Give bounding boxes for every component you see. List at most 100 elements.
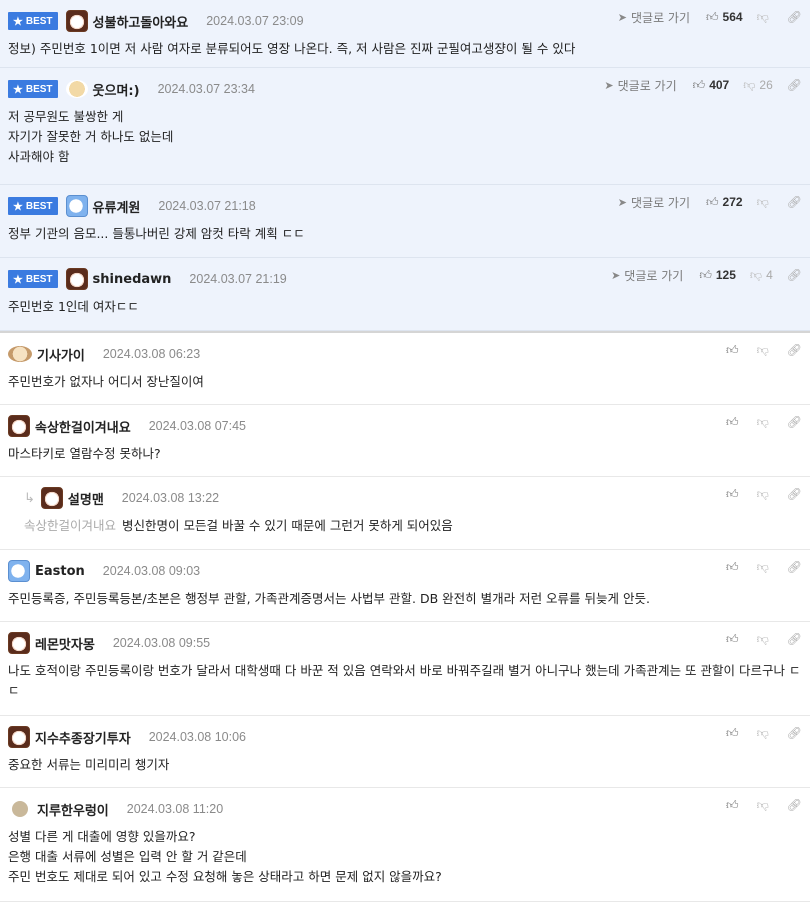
comment: 지루한우렁이 2024.03.08 11:20 👍︎ 👎︎ 🔗︎ 성별 다른 게… [0, 788, 810, 902]
comment-date: 2024.03.08 09:03 [102, 564, 201, 578]
avatar[interactable] [65, 268, 88, 290]
best-badge: ★ BEST [8, 197, 58, 215]
upvote-button[interactable]: 👍︎ 272 [706, 195, 743, 210]
share-link-icon[interactable]: 🔗︎ [787, 195, 802, 209]
avatar[interactable] [65, 195, 88, 217]
go-to-reply-link[interactable]: ➤ 댓글로 가기 [618, 194, 690, 211]
downvote-button[interactable]: 👎︎ [757, 415, 773, 430]
downvote-button[interactable]: 👎︎ [757, 726, 773, 741]
upvote-button[interactable]: 👍︎ [726, 632, 743, 647]
go-to-reply-link[interactable]: ➤ 댓글로 가기 [618, 9, 690, 26]
avatar[interactable] [8, 726, 30, 748]
reply-mention[interactable]: 속상한걸이겨내요 [24, 518, 116, 533]
comment-nick[interactable]: 유류계원 [93, 197, 141, 216]
downvote-button[interactable]: 👎︎ 26 [743, 78, 773, 93]
avatar[interactable] [40, 487, 63, 509]
thumbs-down-icon: 👎︎ [743, 77, 756, 92]
comment-nick[interactable]: 설명맨 [68, 489, 104, 508]
avatar[interactable] [65, 10, 88, 32]
thumbs-up-icon: 👍︎ [699, 267, 712, 282]
upvote-button[interactable]: 👍︎ 564 [706, 10, 743, 25]
reply-indent-icon: ↳ [24, 490, 35, 506]
upvote-button[interactable]: 👍︎ [726, 487, 743, 502]
comment-nick[interactable]: 지수추종장기투자 [35, 728, 131, 747]
comment-body: 주민번호가 없자나 어디서 장난질이여 [8, 374, 204, 389]
star-icon: ★ [13, 83, 23, 96]
downvote-button[interactable]: 👎︎ [757, 195, 773, 210]
comment-body: 성별 다른 게 대출에 영향 있을까요? 은행 대출 서류에 성별은 입력 안 … [8, 829, 442, 884]
comment-best-2: ★ BEST 웃으며:) 2024.03.07 23:34 ➤ 댓글로 가기 👍︎ 4… [0, 68, 810, 185]
comment-nick[interactable]: 지루한우렁이 [37, 800, 109, 819]
share-link-icon[interactable]: 🔗︎ [787, 343, 802, 357]
share-link-icon[interactable]: 🔗︎ [787, 632, 802, 646]
comment-date: 2024.03.07 21:18 [158, 199, 256, 213]
comment-nick[interactable]: 속상한걸이겨내요 [35, 417, 131, 436]
thumbs-up-icon: 👍︎ [726, 631, 739, 646]
comment-body: 나도 호적이랑 주민등록이랑 번호가 달라서 대학생때 다 바꾼 적 있음 연락… [8, 663, 801, 698]
upvote-button[interactable]: 👍︎ [726, 726, 743, 741]
downvote-button[interactable]: 👎︎ [757, 798, 773, 813]
downvote-button[interactable]: 👎︎ 4 [750, 268, 773, 283]
downvote-button[interactable]: 👎︎ [757, 632, 773, 647]
upvote-button[interactable]: 👍︎ [726, 798, 743, 813]
comment-best-4: ★ BEST shinedawn 2024.03.07 21:19 ➤ 댓글로 가기… [0, 258, 810, 331]
upvote-button[interactable]: 👍︎ 407 [693, 78, 730, 93]
avatar[interactable] [8, 415, 30, 437]
comment-body: 정보) 주민번호 1이면 저 사람 여자로 분류되어도 영장 나온다. 즉, 저… [8, 41, 576, 56]
comment: 지수추종장기투자 2024.03.08 10:06 👍︎ 👎︎ 🔗︎ 중요한 서… [0, 716, 810, 788]
avatar[interactable] [8, 560, 30, 582]
share-link-icon[interactable]: 🔗︎ [787, 798, 802, 812]
comment-nick[interactable]: 웃으며:) [93, 80, 140, 99]
send-arrow-icon: ➤ [617, 10, 627, 24]
upvote-button[interactable]: 👍︎ [726, 343, 743, 358]
upvote-button[interactable]: 👍︎ [726, 560, 743, 575]
comment-nick[interactable]: shinedawn [93, 272, 172, 287]
thumbs-down-icon: 👎︎ [756, 486, 769, 501]
share-link-icon[interactable]: 🔗︎ [787, 487, 802, 501]
comment-nick[interactable]: 성불하고돌아와요 [93, 12, 189, 31]
star-icon: ★ [13, 273, 23, 286]
upvote-button[interactable]: 👍︎ 125 [699, 268, 736, 283]
thumbs-down-icon: 👎︎ [756, 194, 769, 209]
share-link-icon[interactable]: 🔗︎ [787, 78, 802, 92]
comment-date: 2024.03.08 13:22 [121, 491, 220, 505]
avatar[interactable] [8, 346, 32, 362]
share-link-icon[interactable]: 🔗︎ [787, 268, 802, 282]
go-to-reply-link[interactable]: ➤ 댓글로 가기 [611, 267, 683, 284]
downvote-button[interactable]: 👎︎ [757, 343, 773, 358]
comment-reply: ↳ 설명맨 2024.03.08 13:22 👍︎ 👎︎ 🔗︎ 속상한걸이겨내요… [0, 477, 810, 550]
upvote-button[interactable]: 👍︎ [726, 415, 743, 430]
thumbs-down-icon: 👎︎ [756, 725, 769, 740]
thumbs-up-icon: 👍︎ [726, 486, 739, 501]
comment-date: 2024.03.08 09:55 [112, 636, 211, 650]
downvote-button[interactable]: 👎︎ [757, 487, 773, 502]
comment-body: 마스타키로 열람수정 못하나? [8, 446, 161, 461]
share-link-icon[interactable]: 🔗︎ [787, 10, 802, 24]
downvote-button[interactable]: 👎︎ [757, 10, 773, 25]
star-icon: ★ [13, 15, 23, 28]
comment-date: 2024.03.08 11:20 [126, 802, 224, 816]
best-badge: ★ BEST [8, 12, 58, 30]
go-to-reply-link[interactable]: ➤ 댓글로 가기 [604, 77, 676, 94]
thumbs-down-icon: 👎︎ [756, 342, 769, 357]
thumbs-up-icon: 👍︎ [692, 77, 706, 92]
thumbs-down-icon: 👎︎ [756, 414, 769, 429]
thumbs-up-icon: 👍︎ [706, 9, 719, 24]
send-arrow-icon: ➤ [611, 268, 621, 282]
avatar[interactable] [65, 80, 88, 98]
comment-nick[interactable]: 기사가이 [37, 345, 85, 364]
comment-best-1: ★ BEST 성불하고돌아와요 2024.03.07 23:09 ➤ 댓글로 가기 … [0, 0, 810, 68]
comment-nick[interactable]: Easton [35, 564, 85, 579]
share-link-icon[interactable]: 🔗︎ [787, 415, 802, 429]
avatar[interactable] [12, 801, 28, 817]
avatar[interactable] [8, 632, 30, 654]
comment-date: 2024.03.08 10:06 [148, 730, 247, 744]
send-arrow-icon: ➤ [617, 195, 627, 209]
share-link-icon[interactable]: 🔗︎ [787, 560, 802, 574]
comment: Easton 2024.03.08 09:03 👍︎ 👎︎ 🔗︎ 주민등록증, … [0, 550, 810, 622]
share-link-icon[interactable]: 🔗︎ [787, 726, 802, 740]
comment: 레몬맛자몽 2024.03.08 09:55 👍︎ 👎︎ 🔗︎ 나도 호적이랑 … [0, 622, 810, 716]
downvote-button[interactable]: 👎︎ [757, 560, 773, 575]
comment-nick[interactable]: 레몬맛자몽 [35, 634, 95, 653]
comment: 기사가이 2024.03.08 06:23 👍︎ 👎︎ 🔗︎ 주민번호가 없자나… [0, 331, 810, 405]
